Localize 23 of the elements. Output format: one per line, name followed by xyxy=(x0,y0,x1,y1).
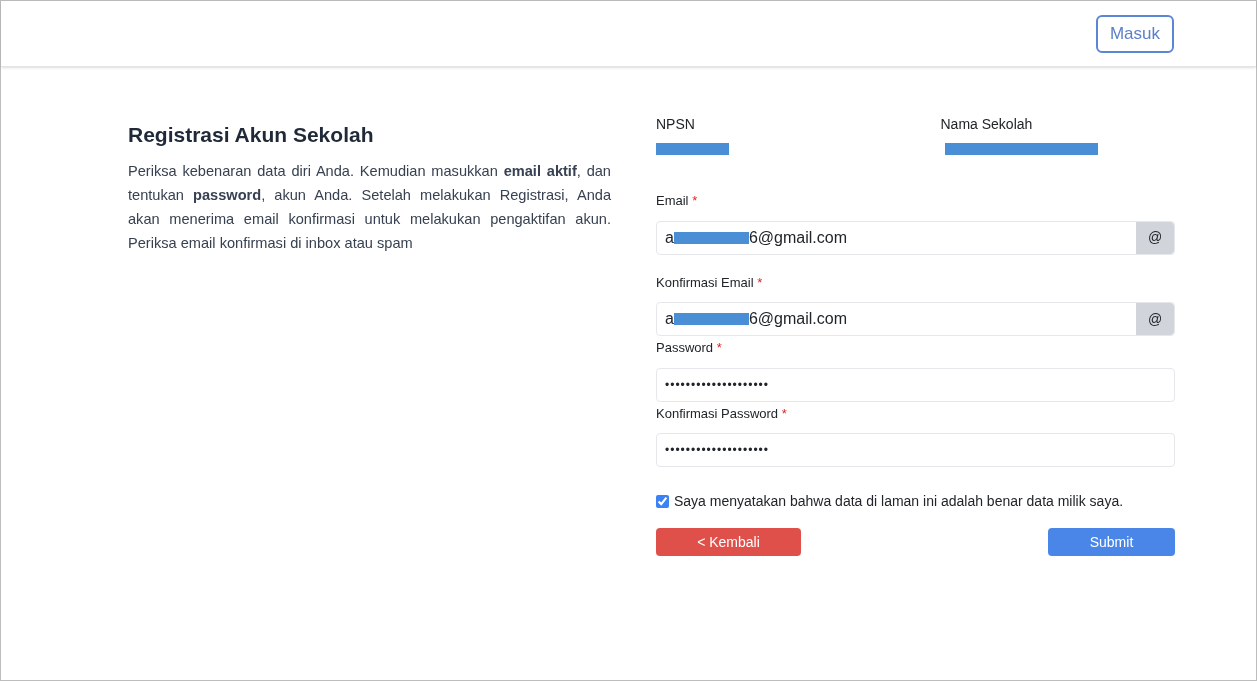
field-label: Konfirmasi Email xyxy=(656,274,754,290)
field-label: NPSN xyxy=(656,115,696,134)
required-mark: * xyxy=(757,274,763,290)
at-addon: @ xyxy=(1136,221,1174,254)
at-addon: @ xyxy=(1136,303,1174,335)
required-mark: * xyxy=(781,405,787,421)
input-field[interactable]: •••••••••••••••••••• xyxy=(656,367,1175,402)
submit-button[interactable]: Submit xyxy=(1048,528,1175,556)
field-label: Nama Sekolah xyxy=(940,115,1034,134)
input-field[interactable]: a 6@gmail.com @ xyxy=(656,220,1175,255)
agreement-checkbox[interactable] xyxy=(656,495,669,508)
field-label: Password xyxy=(656,340,714,355)
page-title: Registrasi Akun Sekolah xyxy=(128,122,375,148)
field-label: Konfirmasi Password xyxy=(656,405,779,421)
field-label: Email xyxy=(656,193,689,208)
required-mark: * xyxy=(692,193,698,208)
back-button[interactable]: < Kembali xyxy=(656,528,801,556)
input-field[interactable]: a 6@gmail.com @ xyxy=(656,302,1175,336)
intro-paragraph: Periksa kebenaran data diri Anda. Kemudian masukkan email aktif, dan tentukan password, akun Anda. Setelah melakukan Registrasi, Anda akan menerima email konfirmasi untuk melakukan pengaktifan akun. Periksa email konfirmasi di inbox atau spam xyxy=(128,161,611,253)
login-button[interactable]: Masuk xyxy=(1095,14,1174,53)
agreement-label: Saya menyatakan bahwa data di laman ini adalah benar data milik saya. xyxy=(674,492,1124,511)
input-field[interactable]: •••••••••••••••••••• xyxy=(656,433,1175,467)
required-mark: * xyxy=(716,340,722,355)
